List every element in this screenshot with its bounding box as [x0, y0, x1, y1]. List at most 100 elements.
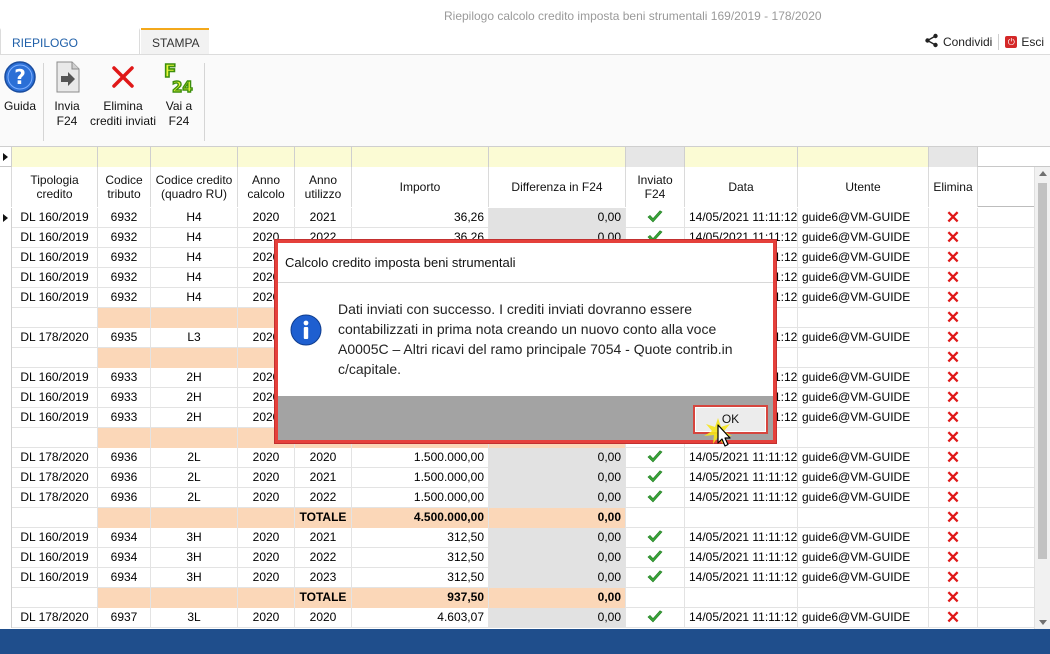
- invia-f24-button[interactable]: Invia F24: [47, 59, 87, 129]
- filter-cell[interactable]: [238, 147, 295, 167]
- guida-label: Guida: [3, 99, 37, 113]
- delete-row-button[interactable]: ✕: [929, 268, 978, 288]
- table-row[interactable]: DL 160/2019 6934 3H 2020 2021 312,50 0,00 14/05…: [0, 528, 1034, 548]
- delete-row-button[interactable]: ✕: [929, 288, 978, 308]
- filter-cell[interactable]: [295, 147, 352, 167]
- row-indicator[interactable]: [0, 248, 12, 268]
- tab-riepilogo-calcolo[interactable]: RIEPILOGO CALCOLO: [0, 28, 140, 76]
- filter-cell[interactable]: [685, 147, 798, 167]
- row-indicator[interactable]: [0, 308, 12, 328]
- delete-row-button[interactable]: ✕: [929, 448, 978, 468]
- row-indicator[interactable]: [0, 528, 12, 548]
- delete-row-button[interactable]: ✕: [929, 308, 978, 328]
- row-indicator[interactable]: [0, 428, 12, 448]
- filter-cell[interactable]: [98, 147, 151, 167]
- filter-cell[interactable]: [12, 147, 98, 167]
- table-row[interactable]: DL 178/2020 6937 3L 2020 2020 4.603,07 0,00 14/…: [0, 608, 1034, 628]
- delete-row-button[interactable]: ✕: [929, 228, 978, 248]
- table-row[interactable]: DL 160/2019 6934 3H 2020 2022 312,50 0,00 14/05…: [0, 548, 1034, 568]
- row-indicator[interactable]: [0, 548, 12, 568]
- filter-cell[interactable]: [798, 147, 929, 167]
- delete-row-button[interactable]: ✕: [929, 368, 978, 388]
- column-header-elimina[interactable]: Elimina: [929, 167, 978, 207]
- delete-row-button[interactable]: ✕: [929, 348, 978, 368]
- column-header-tipologia[interactable]: Tipologia credito: [12, 167, 98, 207]
- total-importo: 937,50: [352, 588, 489, 608]
- delete-x-icon: ✕: [945, 468, 961, 487]
- table-row[interactable]: DL 178/2020 6936 2L 2020 2020 1.500.000,00 0,0…: [0, 448, 1034, 468]
- delete-row-button[interactable]: ✕: [929, 568, 978, 588]
- delete-row-button[interactable]: ✕: [929, 408, 978, 428]
- vai-a-f24-button[interactable]: F 24 Vai a F24: [158, 59, 200, 129]
- row-indicator[interactable]: [0, 268, 12, 288]
- cell-utente: guide6@VM-GUIDE: [798, 268, 929, 288]
- row-indicator[interactable]: [0, 408, 12, 428]
- row-indicator[interactable]: [0, 228, 12, 248]
- row-indicator[interactable]: [0, 608, 12, 628]
- cell-tributo: 6935: [98, 328, 151, 348]
- delete-row-button[interactable]: ✕: [929, 468, 978, 488]
- delete-row-button[interactable]: ✕: [929, 548, 978, 568]
- delete-row-button[interactable]: ✕: [929, 388, 978, 408]
- delete-row-button[interactable]: ✕: [929, 208, 978, 228]
- column-header-codice-credito[interactable]: Codice credito (quadro RU): [151, 167, 238, 207]
- delete-row-button[interactable]: ✕: [929, 488, 978, 508]
- row-indicator[interactable]: [0, 288, 12, 308]
- exit-button[interactable]: ⏻ Esci: [999, 35, 1050, 49]
- table-row[interactable]: DL 178/2020 6936 2L 2020 2022 1.500.000,00 0,0…: [0, 488, 1034, 508]
- row-indicator[interactable]: [0, 328, 12, 348]
- row-indicator[interactable]: [0, 468, 12, 488]
- row-indicator[interactable]: [0, 448, 12, 468]
- column-header-anno-calcolo[interactable]: Anno calcolo: [238, 167, 295, 207]
- table-row[interactable]: DL 178/2020 6936 2L 2020 2021 1.500.000,00 0,0…: [0, 468, 1034, 488]
- row-indicator[interactable]: [0, 508, 12, 528]
- cell-tipologia: DL 178/2020: [12, 608, 98, 628]
- column-header-inviato[interactable]: Inviato F24: [626, 167, 685, 207]
- tab-stampa[interactable]: STAMPA: [141, 28, 209, 54]
- column-header-codice-tributo[interactable]: Codice tributo: [98, 167, 151, 207]
- row-indicator[interactable]: [0, 568, 12, 588]
- cell-tipologia: DL 160/2019: [12, 248, 98, 268]
- guida-button[interactable]: ? Guida: [2, 59, 38, 114]
- total-label: TOTALE: [295, 588, 352, 608]
- table-row[interactable]: DL 160/2019 6932 H4 2020 2021 36,26 0,00 14/05/…: [0, 208, 1034, 228]
- delete-row-button[interactable]: ✕: [929, 248, 978, 268]
- scroll-down-arrow[interactable]: [1039, 620, 1047, 625]
- delete-row-button[interactable]: ✕: [929, 528, 978, 548]
- row-indicator[interactable]: [0, 348, 12, 368]
- delete-x-icon: ✕: [945, 268, 961, 287]
- filter-cell[interactable]: [151, 147, 238, 167]
- row-indicator[interactable]: [0, 588, 12, 608]
- row-indicator[interactable]: [0, 388, 12, 408]
- column-header-anno-utilizzo[interactable]: Anno utilizzo: [295, 167, 352, 207]
- row-indicator[interactable]: [0, 208, 12, 228]
- delete-row-button[interactable]: ✕: [929, 588, 978, 608]
- vertical-scrollbar[interactable]: [1034, 167, 1050, 629]
- column-header-data[interactable]: Data: [685, 167, 798, 207]
- total-row[interactable]: TOTALE 937,50 0,00 ✕: [0, 588, 1034, 608]
- delete-row-button[interactable]: ✕: [929, 328, 978, 348]
- column-header-utente[interactable]: Utente: [798, 167, 929, 207]
- scroll-thumb[interactable]: [1038, 183, 1047, 559]
- column-header-importo[interactable]: Importo: [352, 167, 489, 207]
- cell-tributo: 6932: [98, 288, 151, 308]
- cell-tributo: 6937: [98, 608, 151, 628]
- total-row[interactable]: TOTALE 4.500.000,00 0,00 ✕: [0, 508, 1034, 528]
- delete-x-icon: ✕: [945, 508, 961, 527]
- row-indicator[interactable]: [0, 488, 12, 508]
- scroll-up-arrow[interactable]: [1039, 171, 1047, 176]
- row-indicator[interactable]: [0, 368, 12, 388]
- filter-cell[interactable]: [352, 147, 489, 167]
- filter-cell[interactable]: [626, 147, 685, 167]
- cell-utente: guide6@VM-GUIDE: [798, 368, 929, 388]
- delete-row-button[interactable]: ✕: [929, 428, 978, 448]
- share-button[interactable]: Condividi: [918, 33, 998, 51]
- table-row[interactable]: DL 160/2019 6934 3H 2020 2023 312,50 0,00 14/05…: [0, 568, 1034, 588]
- filter-cell[interactable]: [489, 147, 626, 167]
- filter-cell[interactable]: [929, 147, 978, 167]
- elimina-crediti-button[interactable]: Elimina crediti inviati: [88, 59, 158, 129]
- ok-button[interactable]: OK: [693, 405, 768, 434]
- column-header-differenza[interactable]: Differenza in F24: [489, 167, 626, 207]
- delete-row-button[interactable]: ✕: [929, 608, 978, 628]
- delete-row-button[interactable]: ✕: [929, 508, 978, 528]
